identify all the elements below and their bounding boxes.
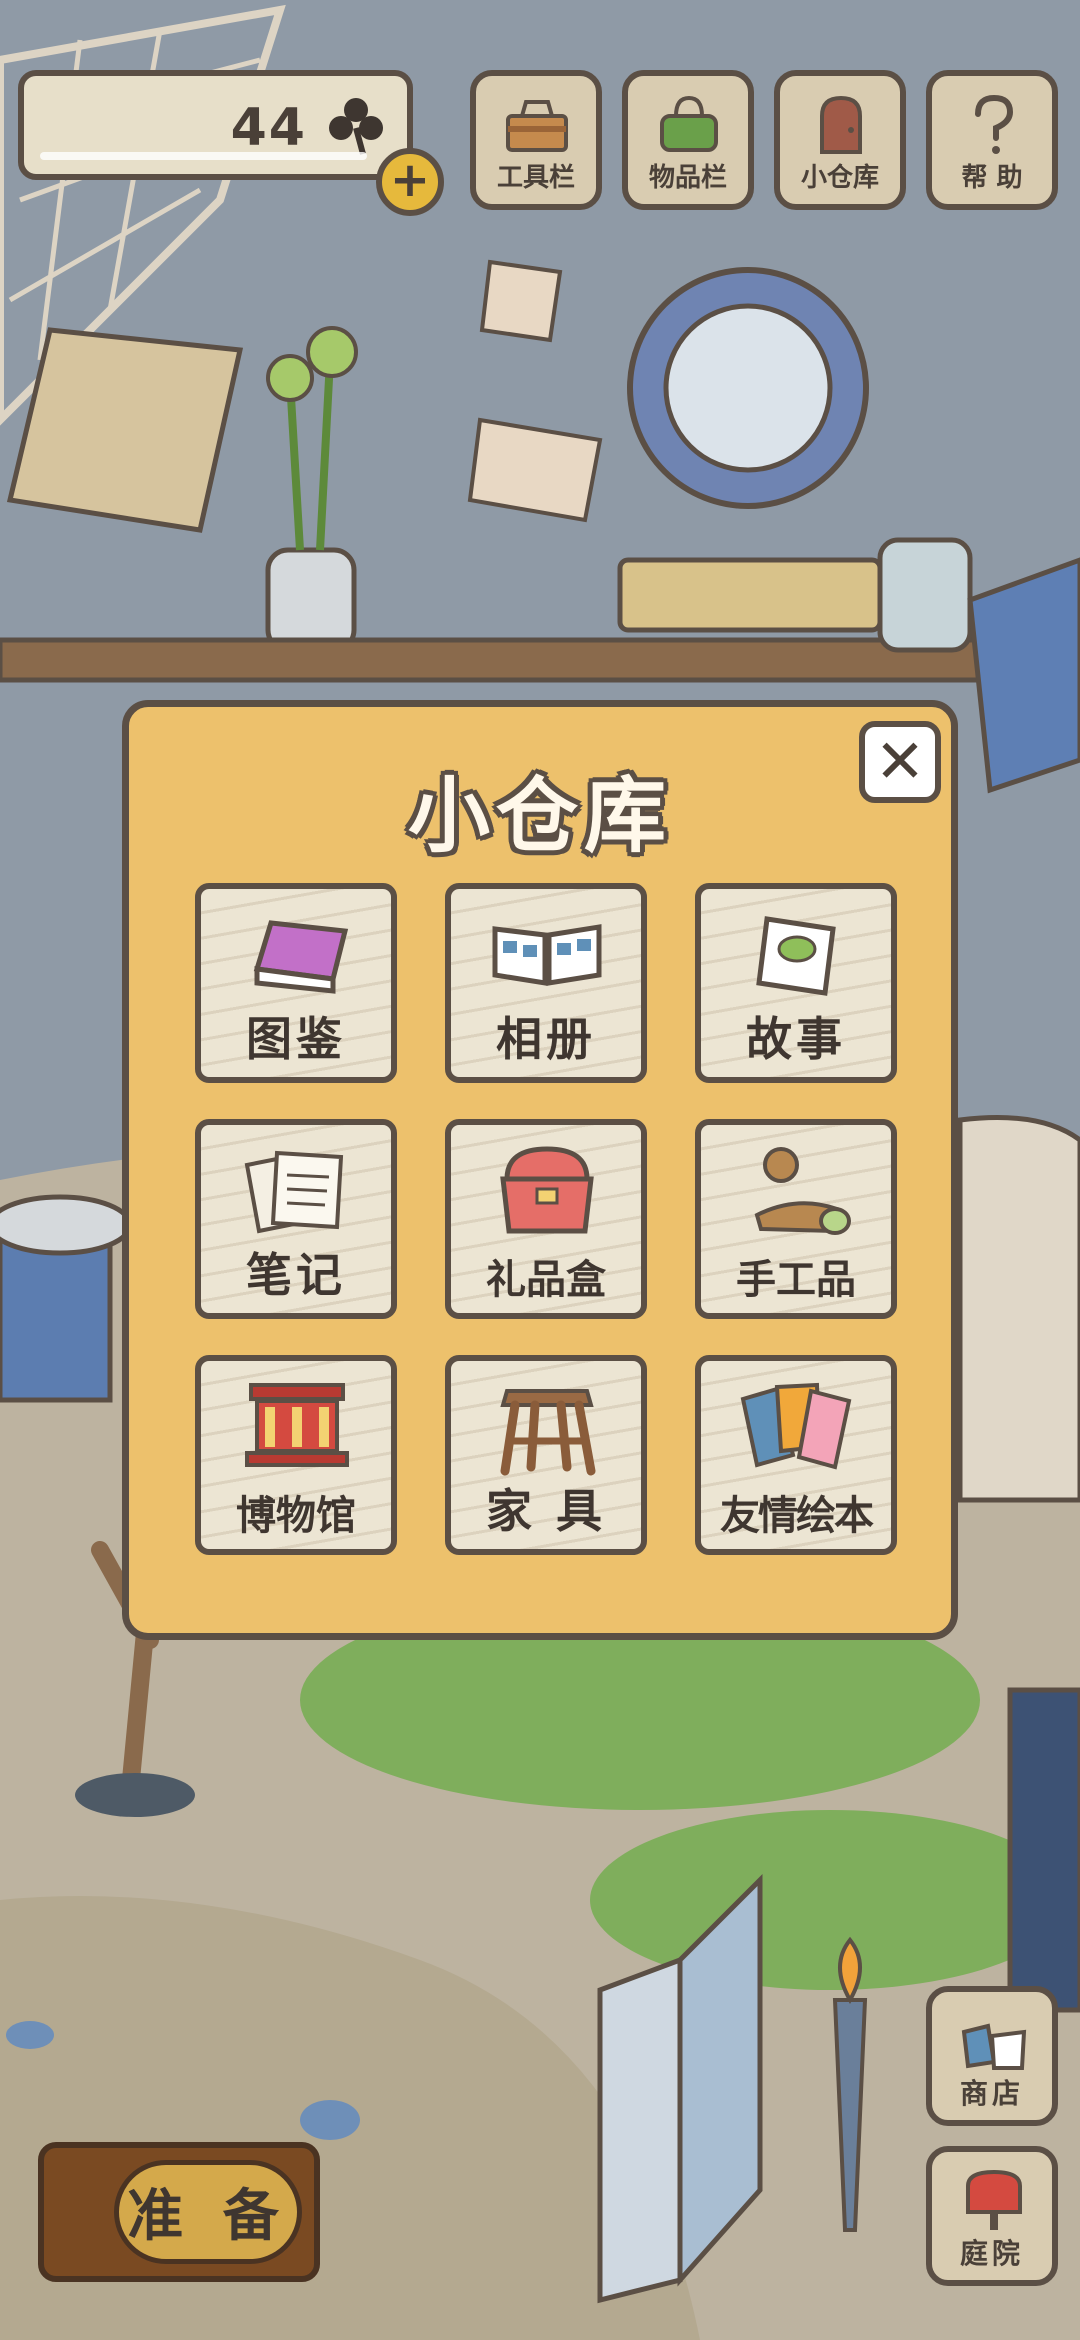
notes-label: 笔记 <box>246 1248 346 1302</box>
shop-bags-icon <box>961 2023 1027 2070</box>
close-icon: ✕ <box>874 727 926 797</box>
storage-label: 小仓库 <box>800 163 879 193</box>
museum-icon <box>245 1383 349 1467</box>
gift-box-tile[interactable]: 礼品盒 <box>445 1119 647 1319</box>
album-tile[interactable]: 相册 <box>445 883 647 1083</box>
toolbox-button[interactable]: 工具栏 <box>470 70 602 210</box>
yard-button[interactable]: 庭院 <box>926 2146 1058 2286</box>
question-icon <box>975 94 1014 154</box>
shop-label: 商店 <box>959 2077 1024 2110</box>
yard-label: 庭院 <box>959 2237 1024 2270</box>
notes-tile[interactable]: 笔记 <box>195 1119 397 1319</box>
album-label: 相册 <box>496 1012 596 1066</box>
stool-icon <box>500 1389 596 1476</box>
crafts-label: 手工品 <box>736 1257 856 1303</box>
panel-title: 小仓库 <box>407 769 672 864</box>
museum-label: 博物馆 <box>236 1493 356 1539</box>
friendship-book-label: 友情绘本 <box>720 1493 874 1539</box>
album-icon <box>492 924 602 986</box>
close-button[interactable]: ✕ <box>859 721 941 803</box>
book-icon <box>253 920 349 994</box>
inventory-label: 物品栏 <box>648 163 727 193</box>
clover-count: 44 <box>230 98 307 158</box>
toolbox-label: 工具栏 <box>496 163 575 193</box>
gift-chest-icon <box>500 1146 594 1234</box>
storage-panel: 小仓库 ✕ 图鉴 相册 故事 笔记 礼品盒 手工品 博物馆 家 具 友情绘本 <box>122 700 958 1640</box>
help-button[interactable]: 帮 助 <box>926 70 1058 210</box>
help-label: 帮 助 <box>961 163 1023 193</box>
prepare-button[interactable]: 准 备 <box>38 2142 320 2282</box>
clover-counter: 44 <box>18 70 413 180</box>
story-cards-icon <box>756 916 836 996</box>
craft-icon <box>754 1147 851 1235</box>
picture-cards-icon <box>740 1382 852 1470</box>
bag-icon <box>660 95 718 152</box>
inventory-button[interactable]: 物品栏 <box>622 70 754 210</box>
door-icon <box>820 95 862 154</box>
furniture-tile[interactable]: 家 具 <box>445 1355 647 1555</box>
shop-button[interactable]: 商店 <box>926 1986 1058 2126</box>
mailbox-icon <box>966 2169 1022 2230</box>
gift-box-label: 礼品盒 <box>486 1257 606 1303</box>
story-tile[interactable]: 故事 <box>695 883 897 1083</box>
friendship-book-tile[interactable]: 友情绘本 <box>695 1355 897 1555</box>
storage-button[interactable]: 小仓库 <box>774 70 906 210</box>
furniture-label: 家 具 <box>485 1484 606 1538</box>
add-clover-button[interactable]: + <box>376 148 444 216</box>
clover-icon <box>329 98 383 155</box>
encyclopedia-label: 图鉴 <box>246 1012 346 1066</box>
museum-tile[interactable]: 博物馆 <box>195 1355 397 1555</box>
encyclopedia-tile[interactable]: 图鉴 <box>195 883 397 1083</box>
toolbox-icon <box>506 100 568 152</box>
prepare-button-face: 准 备 <box>114 2160 302 2264</box>
story-label: 故事 <box>746 1012 846 1066</box>
prepare-label: 准 备 <box>127 2184 289 2249</box>
crafts-tile[interactable]: 手工品 <box>695 1119 897 1319</box>
counter-underline <box>40 152 367 160</box>
notes-icon <box>244 1150 344 1234</box>
